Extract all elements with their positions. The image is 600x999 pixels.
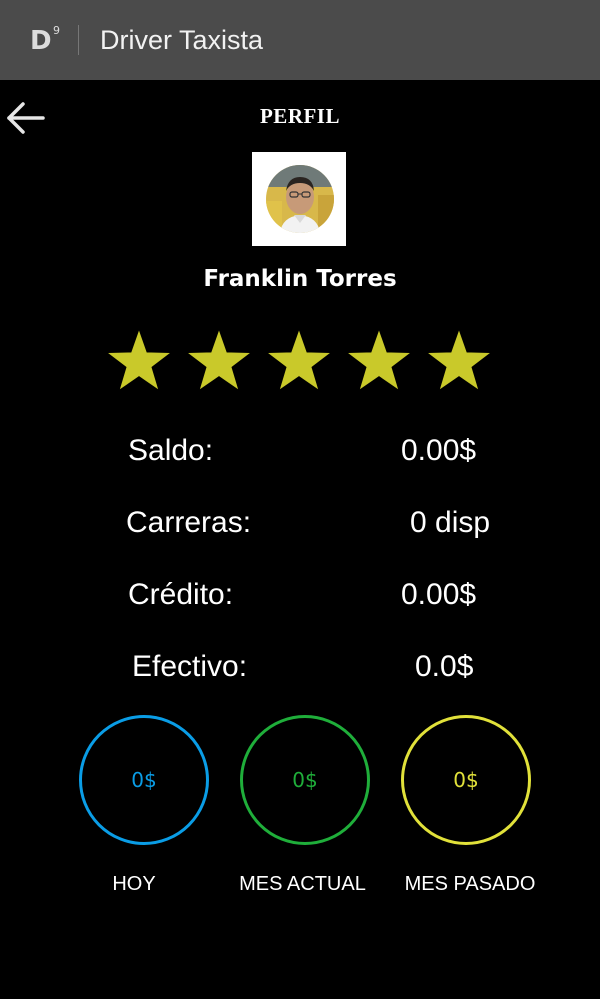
arrow-left-icon bbox=[7, 102, 45, 134]
earnings-current-month-caption: MES ACTUAL bbox=[239, 873, 366, 895]
stat-label-saldo: Saldo: bbox=[128, 434, 214, 467]
profile-screen: D 9 Driver Taxista PERFIL Franklin Torre… bbox=[0, 0, 600, 999]
earnings-last-month-ring[interactable]: 0$ bbox=[401, 715, 531, 845]
back-button[interactable] bbox=[5, 97, 47, 139]
app-logo-icon: D 9 bbox=[30, 24, 64, 58]
stat-value-carreras: 0 disp bbox=[410, 506, 491, 539]
app-title: Driver Taxista bbox=[100, 25, 264, 55]
star-icon-1[interactable] bbox=[106, 328, 172, 394]
stat-label-credito: Crédito: bbox=[128, 578, 234, 611]
earnings-today-ring[interactable]: 0$ bbox=[79, 715, 209, 845]
stat-value-saldo: 0.00$ bbox=[401, 434, 477, 467]
earnings-today-value: 0$ bbox=[131, 768, 157, 792]
star-icon-4[interactable] bbox=[346, 328, 412, 394]
stat-value-credito: 0.00$ bbox=[401, 578, 477, 611]
app-bar: D 9 Driver Taxista bbox=[0, 0, 600, 80]
stat-label-efectivo: Efectivo: bbox=[132, 650, 248, 683]
earnings-today-caption: HOY bbox=[112, 873, 156, 895]
star-rating bbox=[100, 328, 500, 394]
driver-photo bbox=[266, 165, 334, 233]
star-icon-5[interactable] bbox=[426, 328, 492, 394]
app-logo-superscript: 9 bbox=[53, 24, 60, 37]
star-icon-3[interactable] bbox=[266, 328, 332, 394]
stat-label-carreras: Carreras: bbox=[126, 506, 252, 539]
driver-name: Franklin Torres bbox=[203, 266, 397, 292]
earnings-current-month-ring[interactable]: 0$ bbox=[240, 715, 370, 845]
earnings-current-month-value: 0$ bbox=[292, 768, 318, 792]
profile-photo[interactable] bbox=[252, 152, 346, 246]
page-title: PERFIL bbox=[259, 104, 340, 128]
stat-value-efectivo: 0.0$ bbox=[415, 650, 474, 683]
earnings-last-month-caption: MES PASADO bbox=[404, 873, 536, 895]
star-icon-2[interactable] bbox=[186, 328, 252, 394]
app-logo-letter: D bbox=[30, 26, 52, 56]
title-divider bbox=[78, 25, 79, 55]
earnings-last-month-value: 0$ bbox=[453, 768, 479, 792]
